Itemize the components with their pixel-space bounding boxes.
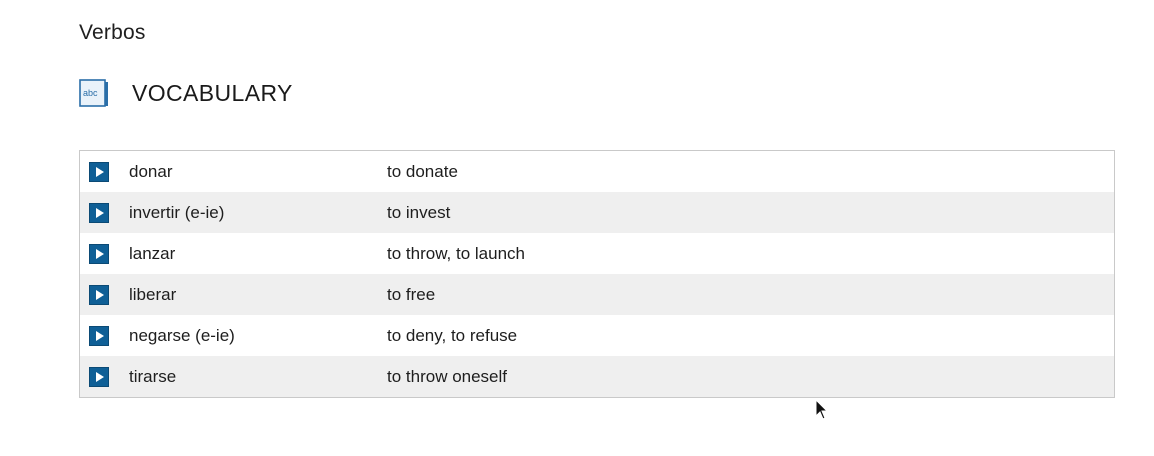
vocab-row-liberar[interactable]: liberar to free [80, 274, 1114, 315]
vocab-term: liberar [129, 284, 177, 304]
vocab-row-donar[interactable]: donar to donate [80, 151, 1114, 192]
play-icon [95, 248, 104, 259]
play-icon [95, 166, 104, 177]
vocabulary-header: abc VOCABULARY [79, 77, 293, 109]
vocab-definition: to deny, to refuse [387, 325, 518, 345]
mouse-cursor-icon [815, 399, 829, 420]
vocab-definition: to invest [387, 202, 451, 222]
vocab-term: invertir (e-ie) [129, 202, 225, 222]
vocab-definition: to throw oneself [387, 366, 508, 386]
vocab-definition: to throw, to launch [387, 243, 525, 263]
play-icon [95, 289, 104, 300]
vocabulary-icon-text: abc [83, 88, 98, 98]
vocab-row-lanzar[interactable]: lanzar to throw, to launch [80, 233, 1114, 274]
page: Verbos abc VOCABULARY donar to donate in… [0, 0, 1154, 456]
abc-vocabulary-icon: abc [79, 79, 108, 107]
section-title: Verbos [79, 21, 146, 44]
play-audio-button[interactable] [89, 325, 109, 346]
vocab-term: donar [129, 161, 173, 181]
play-icon [95, 330, 104, 341]
vocab-row-negarse[interactable]: negarse (e-ie) to deny, to refuse [80, 315, 1114, 356]
vocabulary-table: donar to donate invertir (e-ie) to inves… [79, 150, 1115, 398]
vocab-definition: to free [387, 284, 436, 304]
play-audio-button[interactable] [89, 202, 109, 223]
vocab-row-tirarse[interactable]: tirarse to throw oneself [80, 356, 1114, 397]
play-icon [95, 207, 104, 218]
play-icon [95, 371, 104, 382]
play-audio-button[interactable] [89, 366, 109, 387]
play-audio-button[interactable] [89, 243, 109, 264]
play-audio-button[interactable] [89, 284, 109, 305]
vocab-term: tirarse [129, 366, 177, 386]
vocab-definition: to donate [387, 161, 458, 181]
vocab-row-invertir[interactable]: invertir (e-ie) to invest [80, 192, 1114, 233]
play-audio-button[interactable] [89, 161, 109, 182]
vocab-term: lanzar [129, 243, 176, 263]
vocab-term: negarse (e-ie) [129, 325, 235, 345]
vocabulary-title: VOCABULARY [132, 79, 293, 106]
